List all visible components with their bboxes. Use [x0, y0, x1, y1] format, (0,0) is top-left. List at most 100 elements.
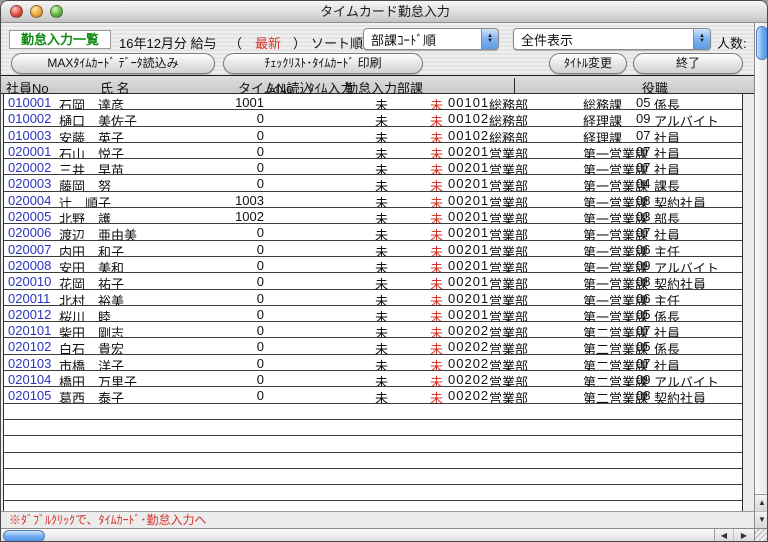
time-read-status: 未 [342, 176, 388, 191]
role-name: 係長 [654, 339, 680, 354]
dept-code: 00202 [448, 372, 489, 387]
role-code: 06 [636, 291, 650, 306]
role-code: 07 [636, 323, 650, 338]
table-row[interactable]: 020002 三井 早苗 0 未 未 00201 営業部 第一営業課 07 社員 [4, 159, 742, 175]
time-no: 0 [182, 274, 264, 289]
employee-no[interactable]: 020011 [8, 291, 56, 306]
table-row[interactable]: 020102 白石 貴宏 0 未 未 00202 営業部 第二営業課 05 係長 [4, 338, 742, 354]
dept-code: 00201 [448, 258, 489, 273]
role-code: 07 [636, 160, 650, 175]
dept-name: 営業部 [489, 323, 528, 338]
employee-no[interactable]: 010003 [8, 128, 56, 143]
employee-no[interactable]: 020103 [8, 356, 56, 371]
title-change-button[interactable]: ﾀｲﾄﾙ変更 [549, 53, 627, 74]
employee-name: 北村 裕美 [59, 291, 124, 306]
table-row[interactable]: 020104 橋田 万里子 0 未 未 00202 営業部 第二営業課 09 ア… [4, 371, 742, 387]
scroll-right-icon[interactable]: ▶ [733, 529, 754, 542]
table-row[interactable]: 010003 安藤 英子 0 未 未 00102 総務部 経理課 07 社員 [4, 127, 742, 143]
dept-name: 総務部 [489, 111, 528, 126]
sort-order-select[interactable]: 部課ｺｰﾄﾞ順 ▲▼ [363, 28, 499, 50]
employee-name: 三井 早苗 [59, 160, 124, 175]
max-timecard-read-button[interactable]: MAXﾀｲﾑｶｰﾄﾞ ﾃﾞｰﾀ読込み [11, 53, 215, 74]
time-read-status: 未 [342, 242, 388, 257]
employee-no[interactable]: 020002 [8, 160, 56, 175]
time-read-status: 未 [342, 323, 388, 338]
time-read-status: 未 [342, 209, 388, 224]
resize-grip[interactable] [754, 528, 768, 542]
table-row[interactable]: 020001 石山 悦子 0 未 未 00201 営業部 第一営業課 07 社員 [4, 143, 742, 159]
employee-no[interactable]: 010001 [8, 95, 56, 110]
paren-open: （ [229, 33, 242, 52]
time-input-status: 未 [397, 291, 443, 306]
table-row[interactable]: 020011 北村 裕美 0 未 未 00201 営業部 第一営業課 06 主任 [4, 290, 742, 306]
employee-no[interactable]: 020105 [8, 388, 56, 403]
employee-name: 安藤 英子 [59, 128, 124, 143]
table-row[interactable]: 020101 柴田 剛志 0 未 未 00202 営業部 第二営業課 07 社員 [4, 322, 742, 338]
table-row[interactable]: 020103 市橋 洋子 0 未 未 00202 営業部 第二営業課 07 社員 [4, 355, 742, 371]
display-filter-value: 全件表示 [514, 30, 693, 49]
role-name: 社員 [654, 323, 680, 338]
scroll-down-icon[interactable]: ▼ [755, 511, 768, 528]
employee-no[interactable]: 020005 [8, 209, 56, 224]
scroll-up-icon[interactable]: ▲ [755, 494, 768, 511]
time-no: 0 [182, 291, 264, 306]
time-input-status: 未 [397, 307, 443, 322]
role-code: 07 [636, 225, 650, 240]
checklist-print-button[interactable]: ﾁｪｯｸﾘｽﾄ･ﾀｲﾑｶｰﾄﾞ 印刷 [223, 53, 423, 74]
time-no: 0 [182, 372, 264, 387]
table-row[interactable]: 010001 石岡 達彦 1001 未 未 00101 総務部 総務課 05 係… [4, 94, 742, 110]
time-input-status: 未 [397, 95, 443, 110]
table-row[interactable]: 020004 辻 順子 1003 未 未 00201 営業部 第一営業課 08 … [4, 192, 742, 208]
table-row[interactable]: 020010 花岡 祐子 0 未 未 00201 営業部 第一営業課 08 契約… [4, 273, 742, 289]
employee-no[interactable]: 020101 [8, 323, 56, 338]
dept-code: 00202 [448, 356, 489, 371]
quit-button[interactable]: 終了 [633, 53, 743, 74]
table-row[interactable]: 010002 樋口 美佐子 0 未 未 00102 総務部 経理課 09 アルバ… [4, 110, 742, 126]
horizontal-scrollbar-thumb[interactable] [3, 530, 45, 542]
table-row[interactable]: 020005 北野 護 1002 未 未 00201 営業部 第一営業課 03 … [4, 208, 742, 224]
table-row[interactable]: 020105 葛西 泰子 0 未 未 00202 営業部 第二営業課 08 契約… [4, 387, 742, 403]
vertical-scrollbar[interactable]: ▲ ▼ [754, 23, 768, 528]
employee-no[interactable]: 020007 [8, 242, 56, 257]
employee-no[interactable]: 020104 [8, 372, 56, 387]
scroll-left-icon[interactable]: ◀ [714, 529, 733, 542]
dept-code: 00202 [448, 323, 489, 338]
dept-name: 営業部 [489, 339, 528, 354]
horizontal-scrollbar[interactable]: ◀ ▶ [1, 528, 754, 542]
time-input-status: 未 [397, 111, 443, 126]
attendance-list-tab[interactable]: 勤怠入力一覧 [9, 30, 111, 49]
time-read-status: 未 [342, 388, 388, 403]
empty-row [4, 404, 742, 420]
employee-no[interactable]: 020001 [8, 144, 56, 159]
employee-no[interactable]: 020102 [8, 339, 56, 354]
table-row[interactable]: 020006 渡辺 亜由美 0 未 未 00201 営業部 第一営業課 07 社… [4, 224, 742, 240]
role-name: 社員 [654, 160, 680, 175]
vertical-scrollbar-thumb[interactable] [756, 26, 768, 60]
time-input-status: 未 [397, 193, 443, 208]
display-filter-select[interactable]: 全件表示 ▲▼ [513, 28, 711, 50]
role-code: 06 [636, 242, 650, 257]
employee-no[interactable]: 020012 [8, 307, 56, 322]
employee-no[interactable]: 020004 [8, 193, 56, 208]
table-row[interactable]: 020012 桜川 睦 0 未 未 00201 営業部 第一営業課 05 係長 [4, 306, 742, 322]
role-code: 08 [636, 274, 650, 289]
table-row[interactable]: 020003 藤岡 努 0 未 未 00201 営業部 第一営業課 04 課長 [4, 175, 742, 191]
time-input-status: 未 [397, 225, 443, 240]
employee-name: 安田 美和 [59, 258, 124, 273]
dept-name: 営業部 [489, 372, 528, 387]
time-input-status: 未 [397, 356, 443, 371]
employee-no[interactable]: 020008 [8, 258, 56, 273]
time-read-status: 未 [342, 128, 388, 143]
employee-name: 橋田 万里子 [59, 372, 137, 387]
table-row[interactable]: 020007 内田 和子 0 未 未 00201 営業部 第一営業課 06 主任 [4, 241, 742, 257]
table-row[interactable]: 020008 安田 美和 0 未 未 00201 営業部 第一営業課 09 アル… [4, 257, 742, 273]
employee-no[interactable]: 010002 [8, 111, 56, 126]
employee-no[interactable]: 020003 [8, 176, 56, 191]
employee-no[interactable]: 020006 [8, 225, 56, 240]
time-no: 0 [182, 323, 264, 338]
dept-name: 営業部 [489, 193, 528, 208]
employee-no[interactable]: 020010 [8, 274, 56, 289]
dept-code: 00201 [448, 193, 489, 208]
dept-code: 00201 [448, 307, 489, 322]
dept-name: 総務部 [489, 95, 528, 110]
